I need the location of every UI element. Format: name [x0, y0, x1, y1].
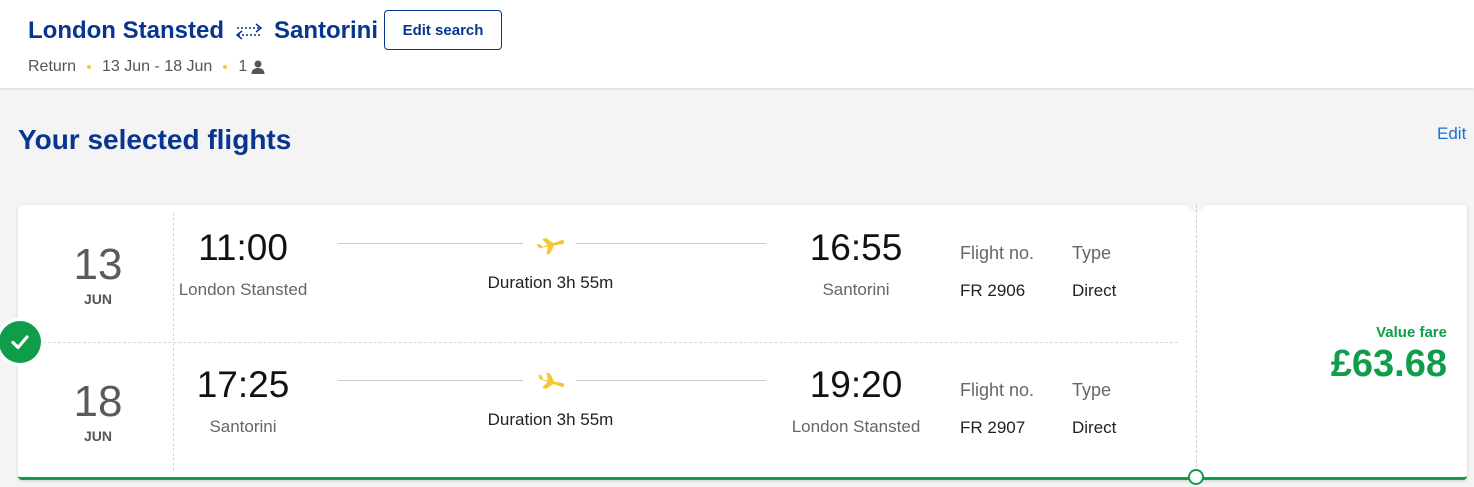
- plane-icon: [536, 238, 565, 255]
- type-label: Type: [1072, 380, 1112, 400]
- arrival-time: 19:20: [809, 364, 903, 405]
- destination-label: Santorini: [273, 17, 378, 44]
- edit-search-button[interactable]: Edit search: [384, 10, 502, 50]
- flight-no-label: Flight no.: [960, 243, 1035, 263]
- top-bar: London Stansted Santorini Edit search Re…: [0, 0, 1474, 88]
- trip-type: Return: [28, 58, 77, 75]
- type-value: Direct: [1072, 281, 1117, 300]
- leg-day: 18: [73, 377, 123, 426]
- fare-type-label: Value fare: [1376, 324, 1447, 341]
- route-line: [338, 243, 523, 244]
- arrival-place: Santorini: [822, 280, 890, 299]
- selected-flights-card: 13 JUN 11:00 London Stansted Duration 3h…: [0, 196, 1467, 485]
- person-icon: [251, 60, 265, 74]
- route-line: [576, 380, 766, 381]
- flight-no-value: FR 2906: [960, 281, 1026, 300]
- separator-dot: [87, 65, 92, 69]
- outbound-leg: 13 JUN 11:00 London Stansted Duration 3h…: [18, 205, 1196, 342]
- departure-place: London Stansted: [178, 280, 308, 299]
- flight-duration: Duration 3h 55m: [487, 410, 614, 429]
- trip-dates: 13 Jun - 18 Jun: [102, 58, 213, 75]
- trip-summary: Return 13 Jun - 18 Jun 1: [28, 57, 266, 77]
- departure-time: 11:00: [198, 227, 288, 268]
- route-line: [576, 243, 766, 244]
- departure-place: Santorini: [209, 417, 277, 436]
- flight-no-label: Flight no.: [960, 380, 1035, 400]
- edit-flights-link[interactable]: Edit: [1437, 124, 1466, 144]
- arrival-place: London Stansted: [791, 417, 921, 436]
- separator-dot: [223, 65, 228, 69]
- plane-icon: [538, 372, 565, 389]
- flight-no-value: FR 2907: [960, 418, 1026, 437]
- check-icon: [0, 321, 41, 363]
- departure-time: 17:25: [196, 364, 290, 405]
- return-leg: 18 JUN 17:25 Santorini Duration 3h 55m 1…: [18, 342, 1196, 479]
- fare-price: £63.68: [1330, 343, 1447, 385]
- card-divider: [1196, 205, 1197, 473]
- flight-duration: Duration 3h 55m: [487, 273, 614, 292]
- leg-month: JUN: [83, 428, 112, 444]
- leg-month: JUN: [83, 291, 112, 307]
- arrival-time: 16:55: [809, 227, 903, 268]
- page-title: Your selected flights: [18, 124, 292, 155]
- passenger-count: 1: [238, 58, 248, 75]
- type-label: Type: [1072, 243, 1112, 263]
- origin-label: London Stansted: [28, 17, 224, 44]
- swap-arrows-icon: [235, 23, 263, 40]
- route-line: [338, 380, 523, 381]
- route-title: London Stansted Santorini: [28, 16, 378, 46]
- leg-day: 13: [73, 240, 123, 289]
- type-value: Direct: [1072, 418, 1117, 437]
